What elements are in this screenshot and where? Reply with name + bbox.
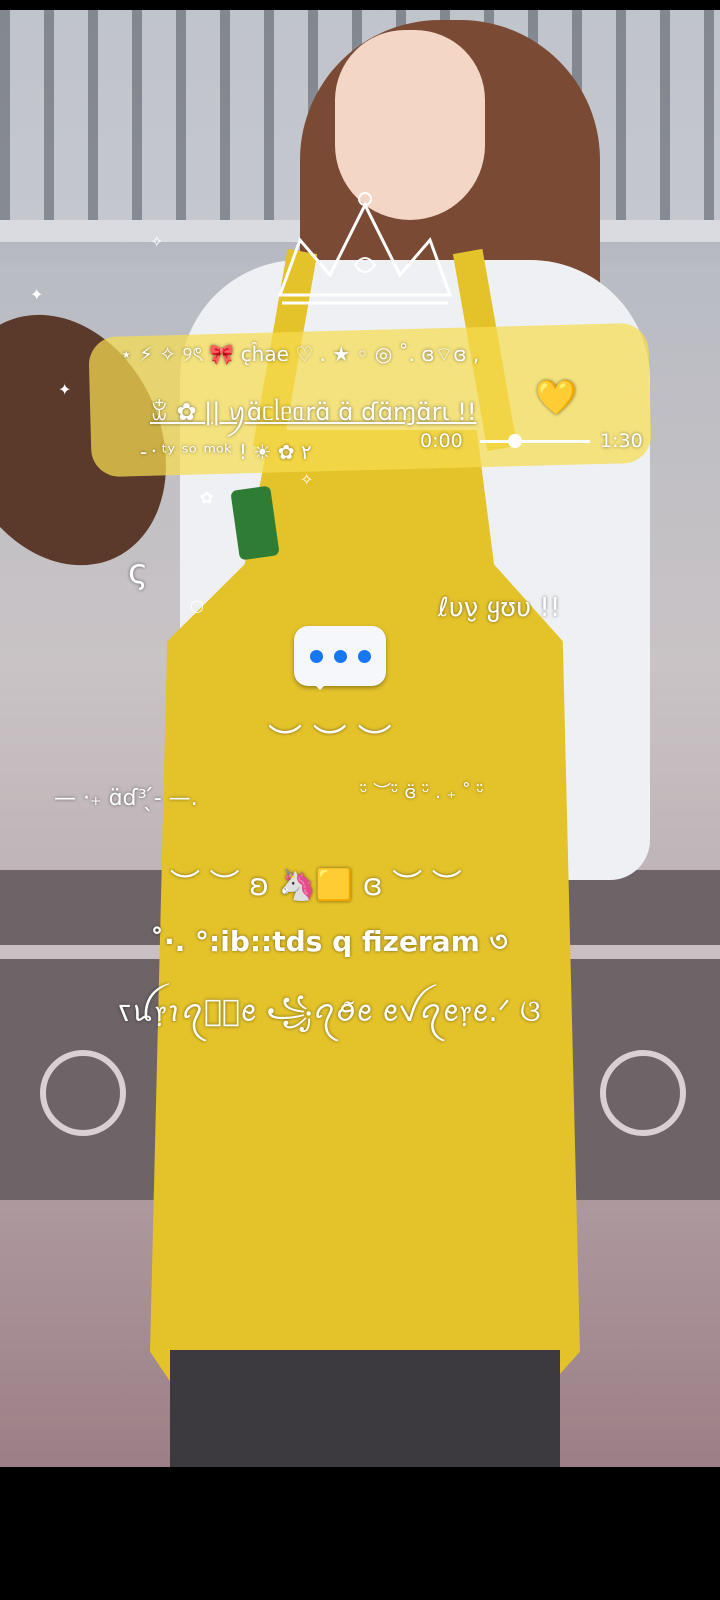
decor-glyph: ς [128,552,148,592]
typing-bubble-icon [294,626,386,690]
sparkle-icon: ✧ [300,470,314,489]
sparkle-icon: ✧ [150,232,164,251]
sparkle-icon: ✦ [30,285,44,304]
sparkle-icon: ✿ [200,488,214,507]
sparkle-icon: ○ [190,596,204,615]
crown-icon [277,192,453,305]
caption-line: ˚·. °:ib::tds q fizeram ৩ [150,925,508,958]
widget-subtext: -᠂ ᵗʸ ˢᵒ ᵐᵒᵏ ! ☀ ✿ ۲ [140,440,312,464]
typing-dot [358,650,371,663]
progress-bar[interactable] [480,440,590,443]
decor-text-right: ᵕ̈ ︶ᵕ̈ ɞ̈ ᵕ̈ . ₊ ˚ ᵕ̈ [360,782,485,803]
wave-decoration: ︶ ︶ ︶ [268,722,392,762]
widget-header: ⋆ ⚡ ✧ ୨ৎ 🎀 c̨ĥae ♡ . ★ ◦ ◎ ˚. ɞ⌔ɞ , [120,342,480,366]
unicorn-row: ︶ ︶ ʚ 🦄🟨 ɞ ︶ ︶ [170,868,462,903]
luv-you-text: ℓυν̮ ყʊυ !! [438,593,561,623]
time-current: 0:00 [420,430,463,452]
decor-text-left: — ·₊ ɑ̈ɗ³ ̖́- —. [54,786,198,811]
progress-thumb[interactable] [508,434,522,448]
heart-icon[interactable]: 💛 [535,378,577,418]
sparkle-icon: ✦ [58,380,72,399]
progress-fill [480,440,508,443]
time-total: 1:30 [600,430,643,452]
sticker-overlay: ⋆ ⚡ ✧ ୨ৎ 🎀 c̨ĥae ♡ . ★ ◦ ◎ ˚. ɞ⌔ɞ , ꒃ ✿ … [0,0,720,1600]
typing-dot [334,650,347,663]
typing-dot [310,650,323,663]
script-caption: ꧏꪊ᥅ꪱꪖꪮ᪼ꫀ ꧁ꪖꪮ̃ꫀ ꫀꪜꪖꫀ᥅ꫀ.ᐟ ଓ [118,994,541,1029]
